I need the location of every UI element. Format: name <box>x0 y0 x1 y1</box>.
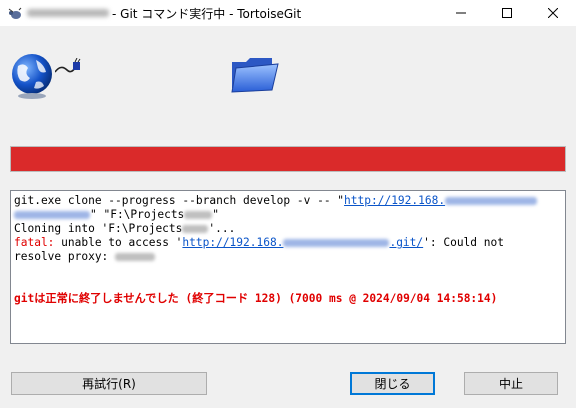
abort-button[interactable]: 中止 <box>464 372 558 395</box>
redacted-proxy <box>115 253 156 261</box>
fatal-label: fatal: <box>14 236 55 249</box>
error-summary: gitは正常に終了しませんでした (終了コード 128) (7000 ms @ … <box>14 292 498 305</box>
error-text: resolve proxy: <box>14 250 116 263</box>
progress-bar <box>10 146 566 172</box>
maximize-icon <box>502 8 512 18</box>
title-bar[interactable]: - Git コマンド実行中 - TortoiseGit <box>0 0 576 26</box>
repo-url-link[interactable]: http://192.168. <box>344 194 445 207</box>
tortoisegit-progress-window: - Git コマンド実行中 - TortoiseGit git.exe clon… <box>0 0 576 408</box>
redacted-url <box>14 211 90 219</box>
log-line: fatal: unable to access 'http://192.168.… <box>14 236 562 250</box>
log-line: " "F:\Projects " <box>14 208 562 222</box>
folder-icon <box>231 58 279 93</box>
close-window-button[interactable] <box>530 0 576 26</box>
cloning-text: Cloning into 'F:\Projects <box>14 222 183 235</box>
redacted-path <box>184 211 213 219</box>
retry-button[interactable]: 再試行(R) <box>11 372 207 395</box>
error-text: ': Could not <box>423 236 504 249</box>
command-text: " <box>212 208 220 221</box>
minimize-button[interactable] <box>438 0 484 26</box>
log-line: Cloning into 'F:\Projects '... <box>14 222 562 236</box>
globe-icon <box>12 54 52 99</box>
log-line: git.exe clone --progress --branch develo… <box>14 194 562 208</box>
close-button[interactable]: 閉じる <box>350 372 435 395</box>
minimize-icon <box>456 12 466 14</box>
progress-bar-fill <box>11 147 565 171</box>
redacted-path <box>182 225 209 233</box>
error-text: unable to access ' <box>54 236 183 249</box>
cloning-text: '... <box>208 222 236 235</box>
close-icon <box>548 8 558 18</box>
redacted-url <box>445 197 538 205</box>
redacted-url <box>283 239 390 247</box>
log-line: resolve proxy: <box>14 250 562 264</box>
command-text: git.exe clone --progress --branch develo… <box>14 194 345 207</box>
repo-url-link[interactable]: http://192.168. <box>182 236 283 249</box>
log-output[interactable]: git.exe clone --progress --branch develo… <box>10 190 566 344</box>
redacted-path <box>27 9 109 17</box>
tortoisegit-icon <box>7 6 23 20</box>
window-title: - Git コマンド実行中 - TortoiseGit <box>112 7 302 21</box>
maximize-button[interactable] <box>484 0 530 26</box>
command-text: " "F:\Projects <box>90 208 185 221</box>
repo-url-link[interactable]: .git/ <box>389 236 423 249</box>
cable-icon <box>55 58 81 73</box>
